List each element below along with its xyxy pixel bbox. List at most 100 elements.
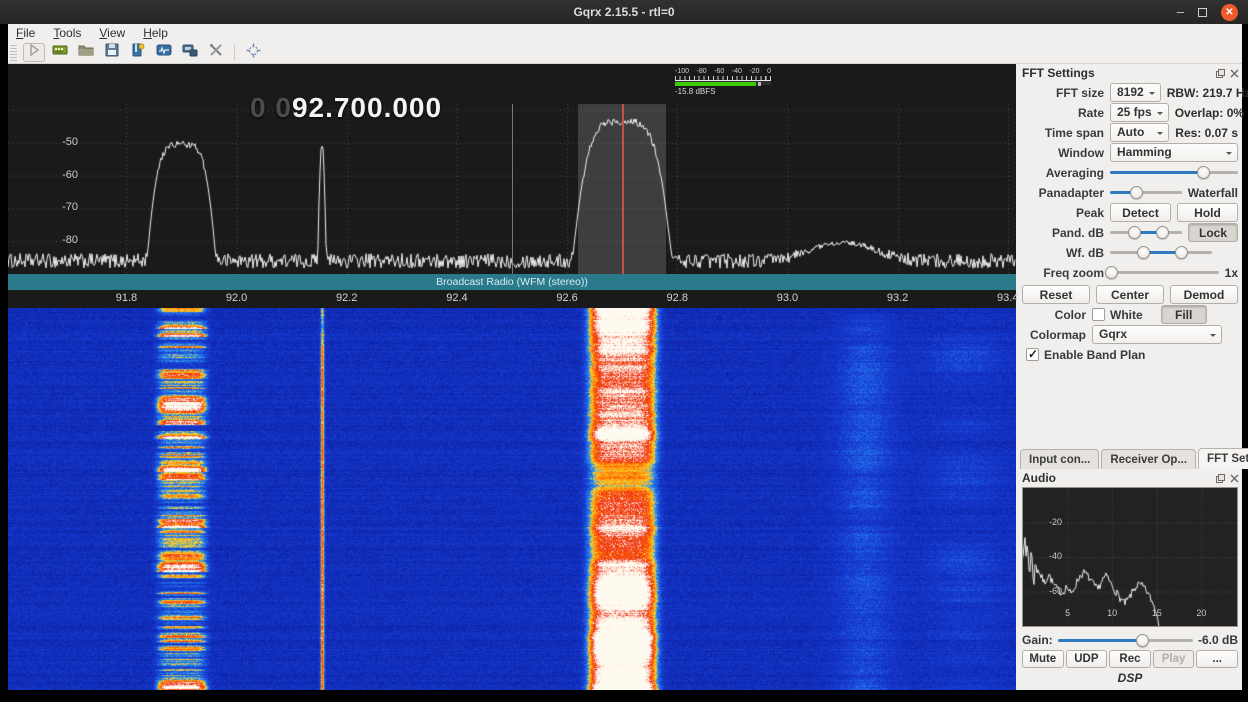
- freq-zoom-slider[interactable]: [1110, 266, 1219, 279]
- window-controls: – ✕: [1177, 0, 1238, 24]
- open-button[interactable]: [75, 43, 97, 62]
- time-span-select[interactable]: Auto: [1110, 123, 1169, 142]
- freq-tick-label: 92.0: [226, 292, 247, 304]
- frequency-display[interactable]: 0 092.700.000: [250, 92, 442, 124]
- crosshair-icon: [246, 43, 261, 63]
- fill-button[interactable]: Fill: [1161, 305, 1207, 324]
- play-button[interactable]: Play: [1153, 650, 1195, 668]
- remote-control-button[interactable]: [179, 43, 201, 62]
- rec-button[interactable]: Rec: [1109, 650, 1151, 668]
- floppy-icon: [105, 43, 119, 62]
- pand-lock-button[interactable]: Lock: [1188, 223, 1238, 242]
- tools-button[interactable]: [205, 43, 227, 62]
- frequency-axis: 91.892.092.292.492.692.893.093.293.4: [8, 290, 1016, 308]
- db-tick-label: -60: [48, 169, 78, 181]
- toolbar-drag-handle[interactable]: [10, 45, 17, 61]
- bandplan-label: Broadcast Radio (WFM (stereo)): [436, 276, 588, 288]
- db-tick-label: -50: [48, 136, 78, 148]
- save-button[interactable]: [101, 43, 123, 62]
- signal-meter: -100-80-60-40-200 -15.8 dBFS: [675, 68, 771, 96]
- gain-value: -6.0 dB: [1198, 633, 1238, 647]
- audio-panel: Audio -20-40-605101520 Gain: -6.0 dB Mut…: [1018, 469, 1242, 487]
- menu-file[interactable]: File: [16, 26, 35, 40]
- gain-label: Gain:: [1022, 633, 1053, 647]
- freq-tick-label: 93.0: [777, 292, 798, 304]
- io-devices-button[interactable]: [49, 43, 71, 62]
- meter-scale: -100-80-60-40-200: [675, 68, 771, 75]
- close-panel-icon[interactable]: [1229, 68, 1240, 79]
- freq-tick-label: 93.4: [997, 292, 1018, 304]
- fft-size-label: FFT size: [1022, 86, 1104, 100]
- start-dsp-button[interactable]: [23, 43, 45, 62]
- window-select[interactable]: Hamming: [1110, 143, 1238, 162]
- demod-button[interactable]: Demod: [1170, 285, 1238, 304]
- dock-tabbar: Input con... Receiver Op... FFT Set...: [1020, 448, 1240, 469]
- audio-buttons: Mute UDP Rec Play ...: [1022, 650, 1238, 668]
- rate-select[interactable]: 25 fps: [1110, 103, 1169, 122]
- audio-gain-row: Gain: -6.0 dB: [1022, 632, 1238, 648]
- white-checkbox-label: White: [1110, 308, 1143, 322]
- audio-spectrum-plot[interactable]: -20-40-605101520: [1022, 487, 1238, 627]
- maximize-button[interactable]: [1198, 8, 1207, 17]
- peak-hold-button[interactable]: Hold: [1177, 203, 1238, 222]
- audio-khz-tick: 15: [1152, 608, 1162, 618]
- meter-bar: [675, 80, 771, 85]
- device-board-icon: [52, 43, 68, 62]
- meter-value: -15.8 dBFS: [675, 87, 771, 96]
- app-window: File Tools View Help: [8, 24, 1242, 690]
- frequency-leading-zeros: 0 0: [250, 92, 292, 123]
- tab-input-controls[interactable]: Input con...: [1020, 449, 1099, 469]
- averaging-slider[interactable]: [1110, 166, 1238, 179]
- udp-button[interactable]: UDP: [1066, 650, 1108, 668]
- tuning-line[interactable]: [622, 104, 624, 290]
- wf-db-range-slider[interactable]: [1110, 246, 1212, 259]
- colormap-select[interactable]: Gqrx: [1092, 325, 1222, 344]
- split-slider[interactable]: [1110, 186, 1182, 199]
- dsp-label: DSP: [1018, 671, 1242, 685]
- tab-fft-settings[interactable]: FFT Set...: [1198, 448, 1248, 469]
- gain-slider[interactable]: [1058, 634, 1193, 647]
- pand-db-label: Pand. dB: [1022, 226, 1104, 240]
- bookmarks-button[interactable]: [127, 43, 149, 62]
- fft-settings-header: FFT Settings: [1018, 64, 1242, 82]
- audio-close-icon[interactable]: [1229, 473, 1240, 484]
- audio-db-tick: -40: [1049, 551, 1062, 561]
- bandplan-bar[interactable]: Broadcast Radio (WFM (stereo)): [8, 274, 1016, 290]
- hw-center-line: [512, 104, 513, 290]
- center-freq-button[interactable]: Center: [1096, 285, 1164, 304]
- audio-db-tick: -20: [1049, 517, 1062, 527]
- white-checkbox-box[interactable]: [1092, 308, 1105, 321]
- pand-db-range-slider[interactable]: [1110, 226, 1182, 239]
- peak-detect-button[interactable]: Detect: [1110, 203, 1171, 222]
- fft-display-button[interactable]: [153, 43, 175, 62]
- audio-khz-tick: 10: [1107, 608, 1117, 618]
- enable-band-plan-box[interactable]: [1026, 348, 1039, 361]
- peak-label: Peak: [1022, 206, 1104, 220]
- menu-view[interactable]: View: [99, 26, 125, 40]
- menu-tools[interactable]: Tools: [53, 26, 81, 40]
- toolbar-separator: [234, 45, 235, 60]
- overlap-info: Overlap: 0%: [1175, 106, 1244, 120]
- mute-button[interactable]: Mute: [1022, 650, 1064, 668]
- screen-wave-icon: [156, 43, 172, 62]
- db-tick-label: -70: [48, 201, 78, 213]
- color-label: Color: [1022, 308, 1086, 322]
- reset-button[interactable]: Reset: [1022, 285, 1090, 304]
- float-panel-icon[interactable]: [1215, 68, 1226, 79]
- tab-receiver-options[interactable]: Receiver Op...: [1101, 449, 1196, 469]
- minimize-button[interactable]: –: [1177, 7, 1184, 17]
- meter-level: [675, 82, 756, 86]
- audio-float-icon[interactable]: [1215, 473, 1226, 484]
- menu-help[interactable]: Help: [143, 26, 168, 40]
- close-button[interactable]: ✕: [1221, 4, 1238, 21]
- center-button[interactable]: [242, 43, 264, 62]
- fft-size-select[interactable]: 8192: [1110, 83, 1161, 102]
- computer-icon: [182, 43, 198, 62]
- waterfall-label: Waterfall: [1188, 186, 1238, 200]
- waterfall[interactable]: [8, 308, 1016, 690]
- white-checkbox[interactable]: White: [1092, 308, 1143, 322]
- audio-more-button[interactable]: ...: [1196, 650, 1238, 668]
- colormap-label: Colormap: [1022, 328, 1086, 342]
- db-tick-label: -80: [48, 234, 78, 246]
- enable-band-plan-checkbox[interactable]: Enable Band Plan: [1026, 348, 1145, 362]
